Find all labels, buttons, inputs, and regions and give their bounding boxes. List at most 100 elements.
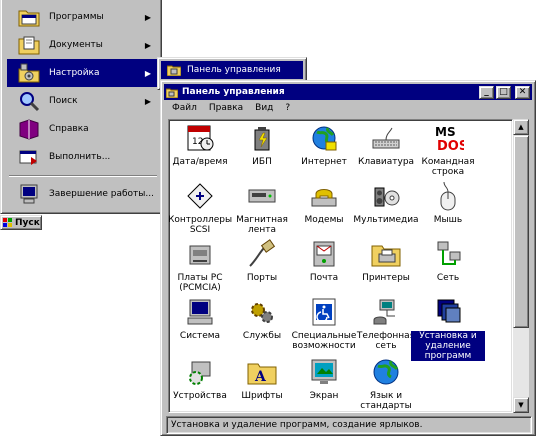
start-menu-item-documents[interactable]: Документы ▶ <box>7 31 157 59</box>
calendar-clock-icon: 12 <box>184 122 216 154</box>
scroll-down-button[interactable]: ▼ <box>513 397 529 413</box>
cp-item-label: Платы PC (PCMCIA) <box>177 273 223 293</box>
cp-item-label: Экран <box>309 391 339 401</box>
cp-item-fonts[interactable]: A Шрифты <box>231 356 293 401</box>
cp-item-label: Телефонная сеть <box>356 331 416 351</box>
cp-item-label: Командная строка <box>421 157 475 177</box>
documents-folder-icon <box>17 33 41 57</box>
cp-item-command-prompt[interactable]: MSDOS Командная строка <box>417 122 479 177</box>
menu-view[interactable]: Вид <box>255 103 273 113</box>
cp-item-label: Магнитная лента <box>236 215 288 235</box>
dialup-network-icon <box>370 296 402 328</box>
cp-item-scsi-controllers[interactable]: Контроллеры SCSI <box>168 180 233 235</box>
cp-item-label: ИБП <box>252 157 272 167</box>
menu-edit[interactable]: Правка <box>209 103 243 113</box>
menu-label: Настройка <box>49 68 100 78</box>
windows-logo-icon <box>3 217 13 228</box>
start-menu-item-search[interactable]: Поиск ▶ <box>7 87 157 115</box>
status-bar: Установка и удаление программ, создание … <box>166 416 532 434</box>
keyboard-icon <box>370 122 402 154</box>
submenu-arrow-icon: ▶ <box>144 12 152 22</box>
close-button[interactable]: ✕ <box>515 85 530 99</box>
scroll-thumb[interactable] <box>513 135 529 328</box>
cp-item-label: Дата/время <box>172 157 228 167</box>
cp-item-tape-drive[interactable]: Магнитная лента <box>231 180 293 235</box>
submenu-arrow-icon: ▶ <box>144 96 152 106</box>
tape-drive-icon <box>246 180 278 212</box>
cp-item-date-time[interactable]: 12 Дата/время <box>169 122 231 167</box>
submenu-item-label: Панель управления <box>187 65 281 75</box>
menu-label: Справка <box>49 124 89 134</box>
cp-item-dialup-network[interactable]: Телефонная сеть <box>355 296 417 351</box>
accessibility-icon <box>308 296 340 328</box>
cp-item-label: Мультимедиа <box>353 215 419 225</box>
cp-item-regional-settings[interactable]: Язык и стандарты <box>355 356 417 411</box>
cp-item-label: Интернет <box>301 157 347 167</box>
start-menu-item-help[interactable]: Справка <box>7 115 157 143</box>
cp-item-label: Специальные возможности <box>291 331 357 351</box>
start-menu-item-run[interactable]: Выполнить... <box>7 143 157 171</box>
menu-help[interactable]: ? <box>285 103 290 113</box>
shutdown-icon <box>17 182 41 206</box>
cp-item-services[interactable]: Службы <box>231 296 293 341</box>
mail-icon <box>308 238 340 270</box>
cp-item-label: Модемы <box>304 215 344 225</box>
display-icon <box>308 356 340 388</box>
start-menu-item-shutdown[interactable]: Завершение работы... <box>7 180 157 208</box>
start-button-label: Пуск <box>15 217 40 228</box>
multimedia-icon <box>370 180 402 212</box>
cp-item-label: Службы <box>242 331 282 341</box>
control-panel-window: Панель управления _ □ ✕ Файл Правка Вид … <box>160 80 536 436</box>
cp-item-network[interactable]: Сеть <box>417 238 479 283</box>
menu-separator <box>9 175 157 177</box>
start-button[interactable]: Пуск <box>0 215 42 230</box>
vertical-scrollbar[interactable]: ▲ ▼ <box>513 119 529 413</box>
cp-item-multimedia[interactable]: Мультимедиа <box>353 180 419 225</box>
cp-item-label: Установка и удаление программ <box>411 331 485 361</box>
system-computer-icon <box>184 296 216 328</box>
cp-item-label: Язык и стандарты <box>360 391 412 411</box>
add-remove-programs-icon <box>432 296 464 328</box>
help-book-icon <box>17 117 41 141</box>
network-icon <box>432 238 464 270</box>
submenu-item-control-panel[interactable]: Панель управления <box>161 61 303 79</box>
cp-item-ups[interactable]: ИБП <box>231 122 293 167</box>
cp-item-label: Клавиатура <box>357 157 415 167</box>
run-icon <box>17 145 41 169</box>
cp-item-pcmcia[interactable]: Платы PC (PCMCIA) <box>169 238 231 293</box>
cp-item-devices[interactable]: Устройства <box>169 356 231 401</box>
svg-text:A: A <box>254 369 267 385</box>
menu-label: Выполнить... <box>49 152 111 162</box>
menu-label: Документы <box>49 40 103 50</box>
services-gears-icon <box>246 296 278 328</box>
cp-item-system[interactable]: Система <box>169 296 231 341</box>
ups-battery-icon <box>246 122 278 154</box>
cp-item-label: Сеть <box>436 273 460 283</box>
start-menu-item-programs[interactable]: Программы ▶ <box>7 3 157 31</box>
cp-item-mail[interactable]: Почта <box>293 238 355 283</box>
menu-file[interactable]: Файл <box>172 103 197 113</box>
cp-item-mouse[interactable]: Мышь <box>417 180 479 225</box>
cp-item-display[interactable]: Экран <box>293 356 355 401</box>
cp-item-keyboard[interactable]: Клавиатура <box>355 122 417 167</box>
cp-item-label: Порты <box>246 273 278 283</box>
cp-item-internet[interactable]: Интернет <box>293 122 355 167</box>
svg-text:MS: MS <box>435 125 456 139</box>
cp-item-accessibility[interactable]: Специальные возможности <box>291 296 357 351</box>
cp-item-label: Контроллеры SCSI <box>168 215 233 235</box>
maximize-button[interactable]: □ <box>496 85 511 99</box>
title-bar[interactable]: Панель управления _ □ ✕ <box>164 84 532 100</box>
cp-item-modems[interactable]: Модемы <box>293 180 355 225</box>
cp-item-printers[interactable]: Принтеры <box>355 238 417 283</box>
cp-item-add-remove-programs[interactable]: Установка и удаление программ <box>411 296 485 361</box>
devices-icon <box>184 356 216 388</box>
scroll-up-button[interactable]: ▲ <box>513 119 529 135</box>
fonts-folder-icon: A <box>246 356 278 388</box>
programs-folder-icon <box>17 5 41 29</box>
cp-item-ports[interactable]: Порты <box>231 238 293 283</box>
minimize-button[interactable]: _ <box>479 85 494 99</box>
search-icon <box>17 89 41 113</box>
menu-label: Завершение работы... <box>49 189 154 199</box>
svg-text:DOS: DOS <box>437 139 464 154</box>
start-menu-item-settings[interactable]: Настройка ▶ <box>7 59 157 87</box>
